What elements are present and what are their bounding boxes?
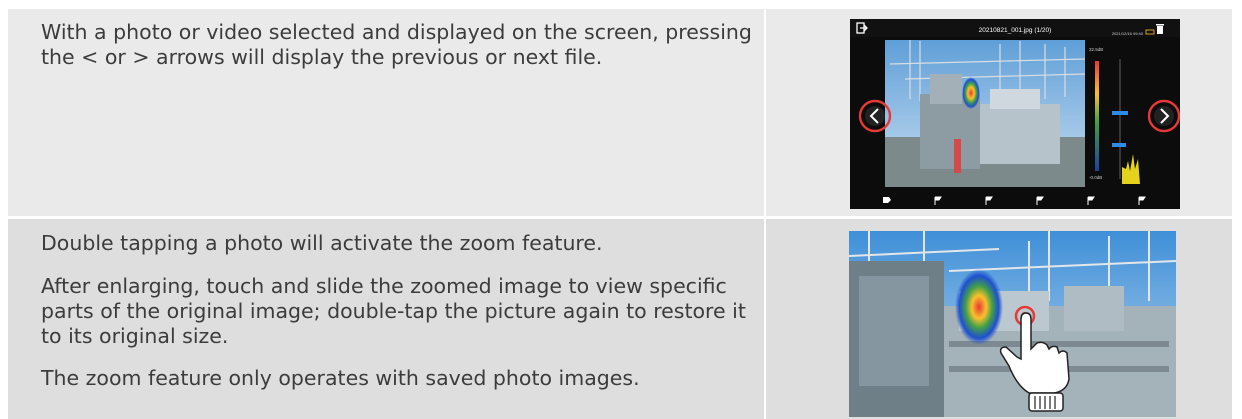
zoom-slide-text: After enlarging, touch and slide the zoo…: [41, 274, 746, 348]
instruction-row-navigation: With a photo or video selected and displ…: [8, 9, 1232, 216]
zoom-activate-text: Double tapping a photo will activate the…: [41, 231, 603, 255]
status-readout: 2021/12/16 09:40: [1112, 31, 1144, 36]
zoomed-photo-image: [849, 231, 1176, 417]
instruction-row-zoom: Double tapping a photo will activate the…: [8, 219, 1232, 419]
column-divider: [764, 219, 766, 419]
file-title: 20210821_001.jpg (1/20): [979, 27, 1052, 34]
trash-icon[interactable]: [1156, 24, 1164, 34]
navigation-instruction-text: With a photo or video selected and displ…: [41, 20, 752, 69]
camera-screen-image: 20210821_001.jpg (1/20) 32.5dB -0.0dB 20…: [850, 19, 1180, 209]
scale-min-label: -0.0dB: [1089, 175, 1102, 180]
column-divider: [764, 9, 766, 216]
next-file-button[interactable]: [1147, 99, 1180, 133]
scale-max-label: 32.5dB: [1089, 47, 1103, 52]
zoom-limitation-text: The zoom feature only operates with save…: [41, 366, 640, 390]
